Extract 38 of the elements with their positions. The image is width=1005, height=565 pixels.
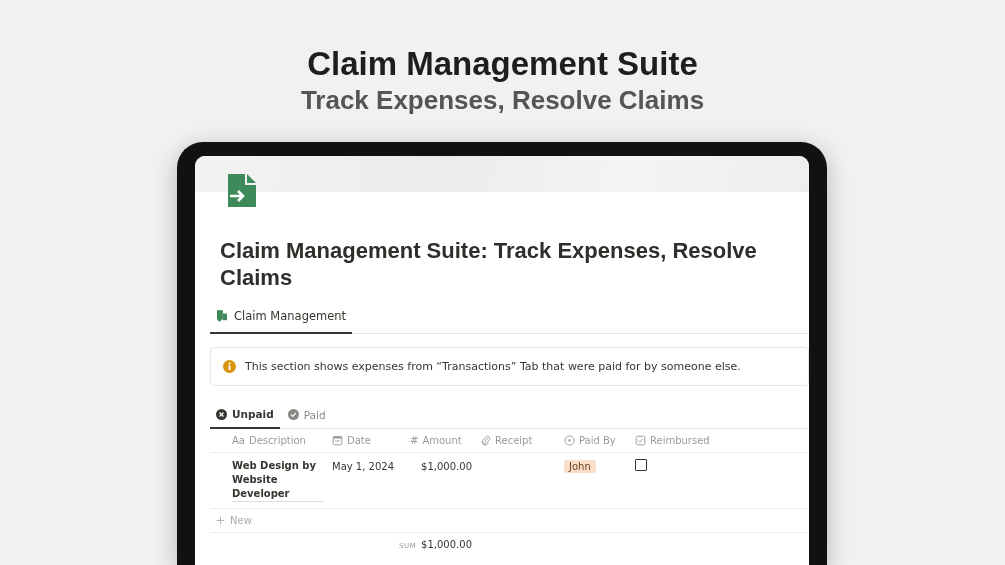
page-title: Claim Management Suite: Track Expenses, Resolve Claims bbox=[220, 237, 758, 291]
hash-icon: # bbox=[410, 435, 419, 446]
row-title[interactable]: Web Design by Website Developer bbox=[232, 459, 324, 502]
column-header[interactable]: # Amount bbox=[406, 429, 476, 452]
column-header[interactable]: Paid By bbox=[560, 429, 631, 452]
column-header[interactable]: Receipt bbox=[476, 429, 560, 452]
view-tab[interactable]: Paid bbox=[281, 404, 332, 428]
calendar-icon bbox=[332, 435, 343, 446]
table-cell-text: May 1, 2024 bbox=[331, 460, 396, 474]
dropdown-circle-icon bbox=[564, 435, 575, 446]
column-label: Receipt bbox=[495, 435, 533, 446]
text-type-icon: Aa bbox=[232, 435, 245, 446]
document-arrow-icon bbox=[228, 174, 256, 207]
column-label: Paid By bbox=[579, 435, 616, 446]
column-header[interactable]: Aa Description bbox=[228, 429, 328, 452]
paperclip-icon bbox=[480, 435, 491, 446]
column-label: Description bbox=[248, 435, 306, 446]
column-header[interactable]: Date bbox=[328, 429, 406, 452]
new-row-button[interactable]: New bbox=[216, 515, 252, 526]
column-label: Date bbox=[347, 435, 371, 446]
checkbox-icon bbox=[635, 435, 646, 446]
callout-text: This section shows expenses from “Transactions” Tab that were paid for by someone else. bbox=[245, 360, 741, 373]
table-cell-text: $1,000.00 bbox=[420, 460, 473, 474]
page-tab[interactable]: Claim Management bbox=[210, 303, 353, 334]
view-tab[interactable]: Unpaid bbox=[210, 404, 280, 429]
plus-icon bbox=[216, 516, 225, 525]
close-circle-icon bbox=[216, 408, 227, 420]
headline-title: Claim Management Suite bbox=[306, 44, 699, 84]
check-circle-icon bbox=[287, 409, 299, 420]
column-label: Reimbursed bbox=[650, 435, 710, 446]
sum-value: $1,000.00 bbox=[421, 539, 472, 550]
column-label: Amount bbox=[422, 435, 462, 446]
person-tag: John bbox=[564, 460, 596, 473]
headline-subtitle: Track Expenses, Resolve Claims bbox=[299, 84, 706, 116]
checkbox[interactable] bbox=[635, 459, 647, 471]
document-icon bbox=[217, 310, 227, 322]
column-header[interactable]: Reimbursed bbox=[631, 429, 741, 452]
info-icon bbox=[223, 360, 236, 373]
